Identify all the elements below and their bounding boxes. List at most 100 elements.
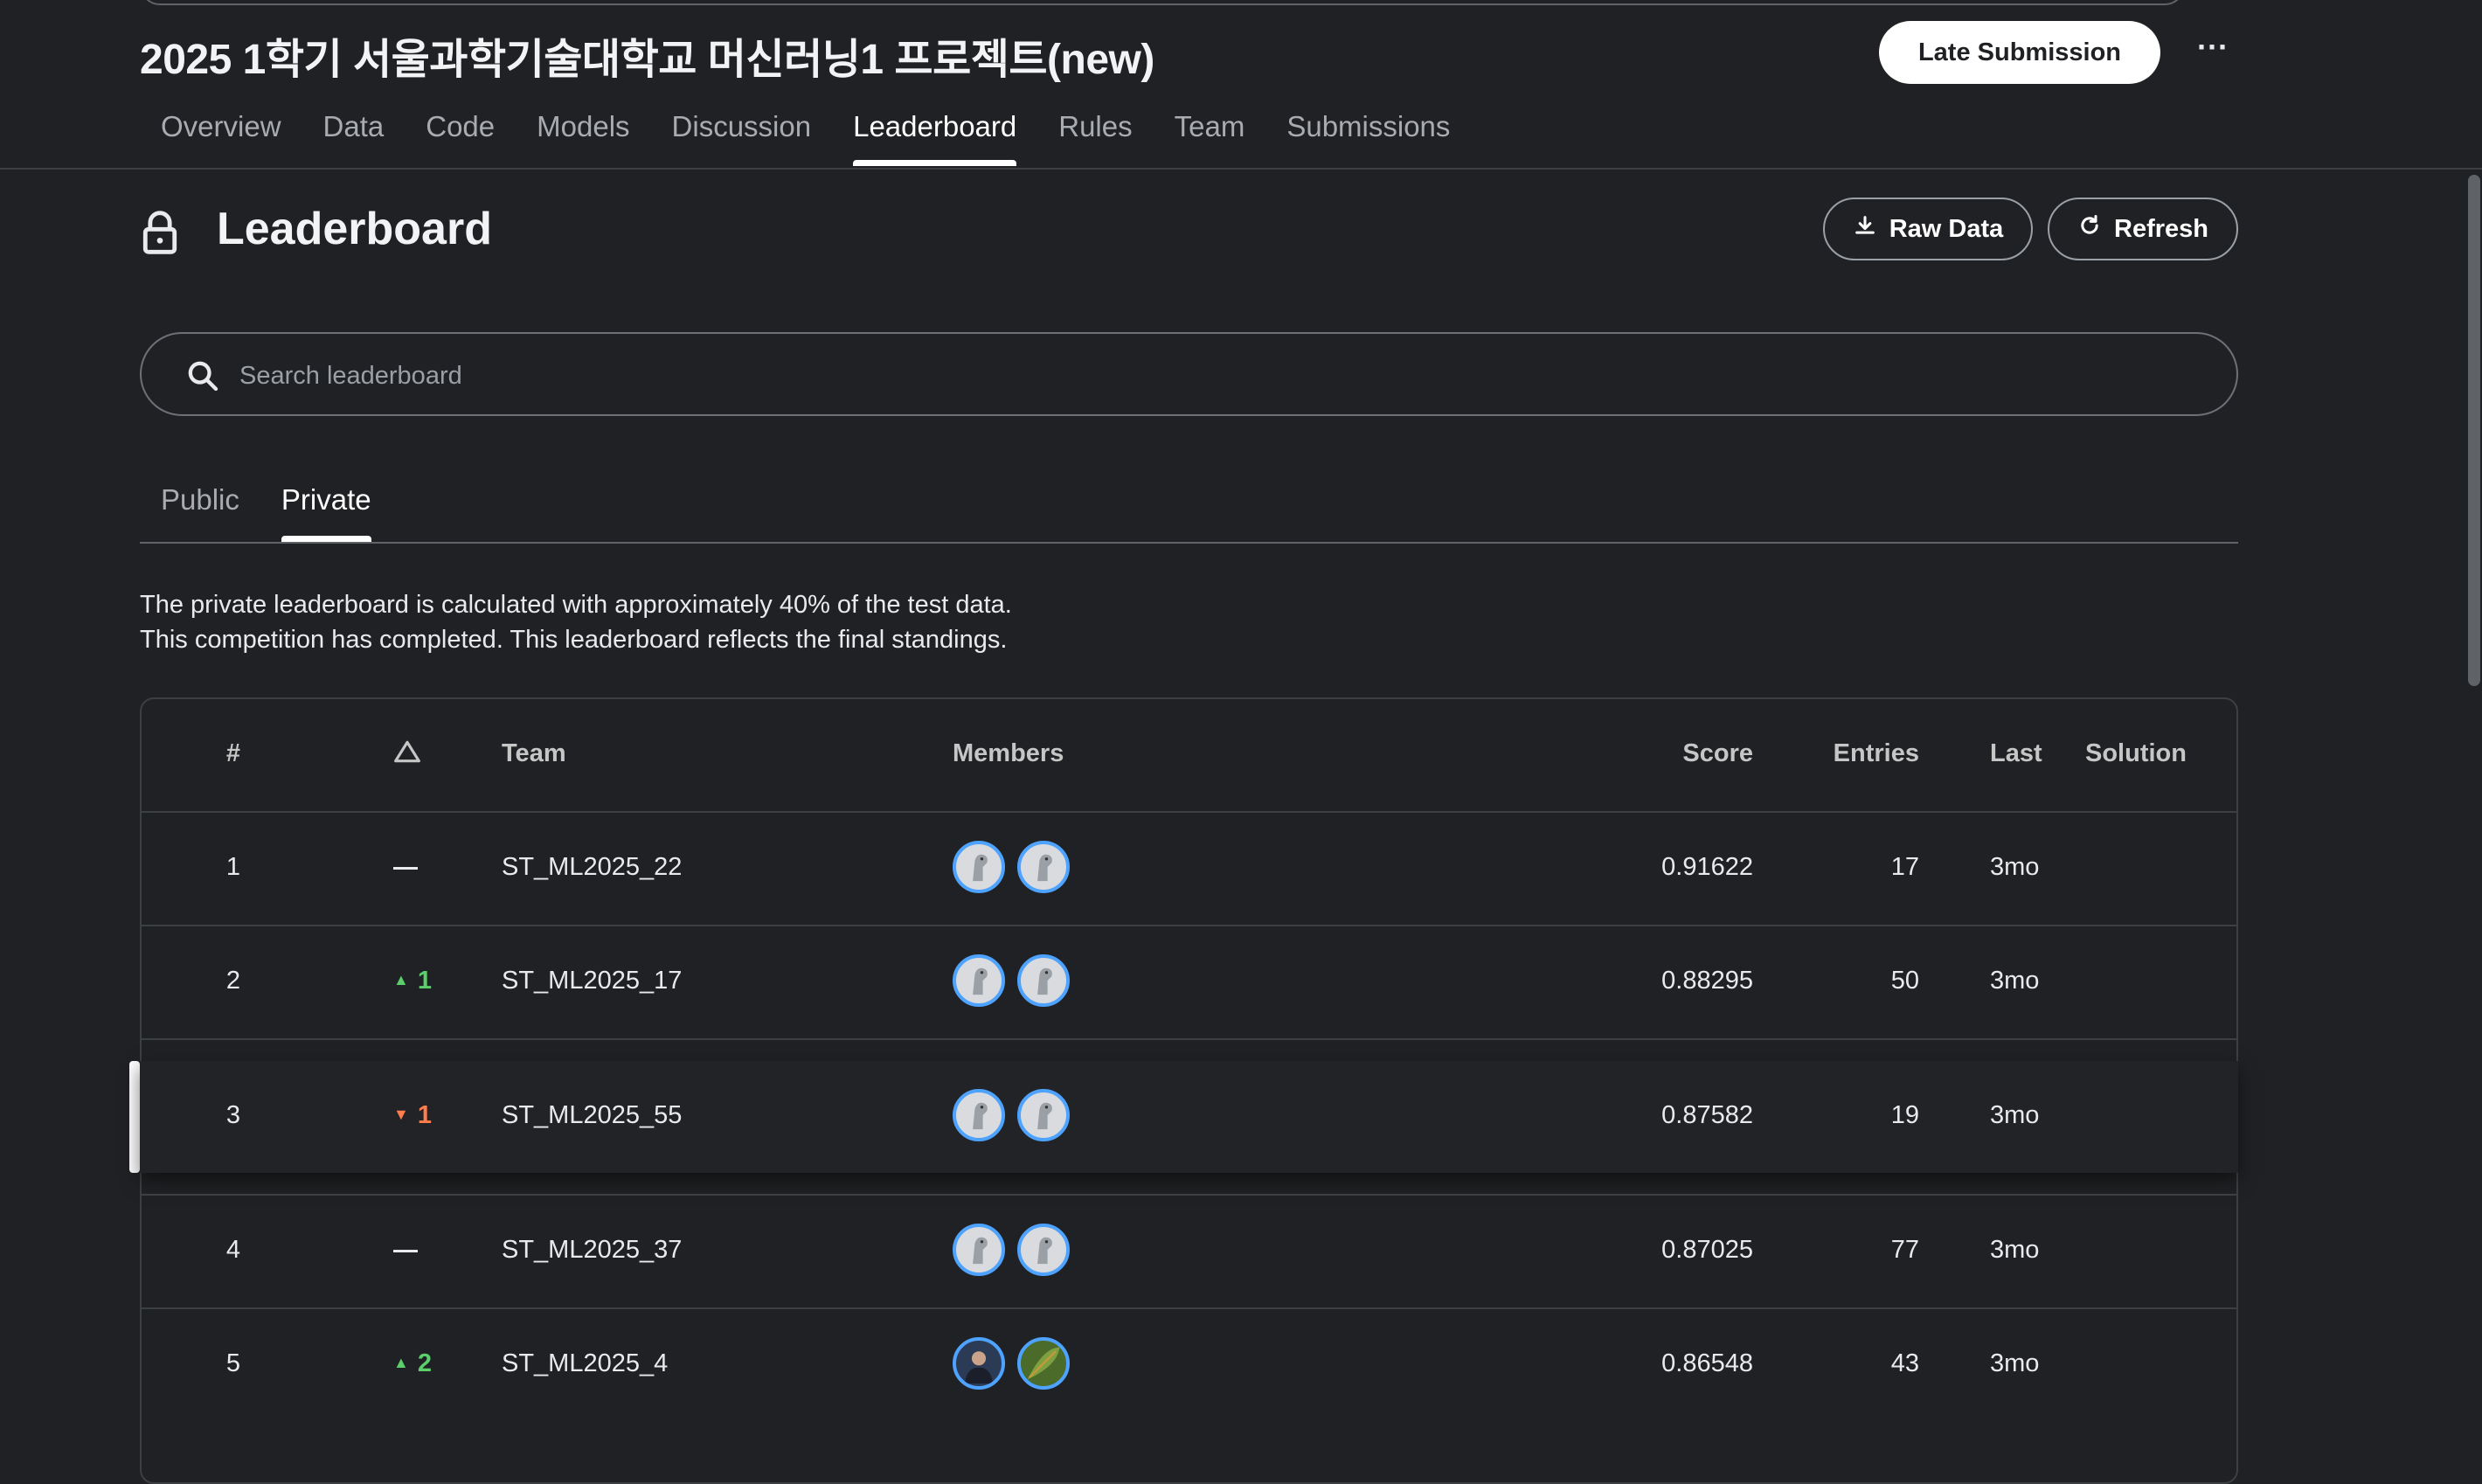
avatar[interactable] [1017,841,1070,893]
team-name[interactable]: ST_ML2025_17 [502,967,682,995]
score-cell: 0.86548 [1661,1349,1753,1377]
entries-cell: 19 [1890,1101,1919,1129]
leaderboard-description: The private leaderboard is calculated wi… [140,587,1012,657]
competition-title: 2025 1학기 서울과학기술대학교 머신러닝1 프로젝트(new) [140,37,1154,83]
rank-change-cell: ▲ 1 [393,967,432,995]
team-name[interactable]: ST_ML2025_22 [502,853,682,882]
rank-change-cell: ▲ 2 [393,1349,432,1378]
team-name[interactable]: ST_ML2025_37 [502,1236,682,1265]
tab-public[interactable]: Public [140,472,260,542]
tab-private[interactable]: Private [260,472,392,542]
entries-cell: 17 [1890,853,1919,881]
header-entries[interactable]: Entries [1834,739,1919,768]
lock-icon [140,210,180,255]
tab-team[interactable]: Team [1154,105,1266,166]
subtab-divider [140,542,2238,544]
search-bar [140,332,2238,416]
tab-rules[interactable]: Rules [1037,105,1153,166]
rank-change-cell [393,853,418,882]
tab-models[interactable]: Models [516,105,650,166]
rank-change-value: 1 [417,967,432,995]
team-name[interactable]: ST_ML2025_55 [502,1101,682,1130]
table-row[interactable]: 4 ST_ML2025_37 0.87025 77 3mo [140,1196,2238,1307]
header-last[interactable]: Last [1990,739,2042,768]
arrow-up-icon: ▲ [393,971,409,988]
rank-change-cell: ▼ 1 [393,1101,432,1130]
entries-cell: 77 [1890,1236,1919,1264]
avatar[interactable] [1017,1337,1070,1390]
score-cell: 0.88295 [1661,967,1753,995]
header-rank[interactable]: # [216,739,251,768]
rank-change-icon [393,738,421,773]
tab-discussion[interactable]: Discussion [651,105,833,166]
last-cell: 3mo [1990,853,2040,881]
avatar[interactable] [953,954,1005,1007]
table-row[interactable]: 5 ▲ 2 ST_ML2025_4 0.86548 43 3mo [140,1309,2238,1421]
avatar[interactable] [953,1089,1005,1141]
rank-cell: 3 [225,1101,241,1129]
last-cell: 3mo [1990,1101,2040,1129]
avatar[interactable] [953,1337,1005,1390]
header-score[interactable]: Score [1682,739,1753,768]
table-row[interactable]: 1 ST_ML2025_22 0.91622 17 3mo [140,813,2238,925]
avatar[interactable] [1017,1089,1070,1141]
header-members: Members [953,739,1064,767]
nav-divider [0,168,2482,170]
members-cell [953,1337,1070,1390]
score-cell: 0.91622 [1661,853,1753,881]
page-scrollbar[interactable] [2468,175,2480,686]
entries-cell: 43 [1890,1349,1919,1377]
last-cell: 3mo [1990,967,2040,995]
avatar[interactable] [1017,1224,1070,1276]
score-cell: 0.87582 [1661,1101,1753,1129]
members-cell [953,1089,1070,1141]
tab-submissions[interactable]: Submissions [1265,105,1471,166]
table-row[interactable]: 2 ▲ 1 ST_ML2025_17 0.88295 50 3mo [140,926,2238,1038]
refresh-icon [2077,213,2102,245]
avatar[interactable] [1017,954,1070,1007]
members-cell [953,841,1070,893]
last-cell: 3mo [1990,1236,2040,1264]
more-options-button[interactable]: ··· [2185,24,2241,80]
my-team-indicator [129,1061,140,1173]
tab-code[interactable]: Code [405,105,516,166]
table-row[interactable]: 3 ▼ 1 ST_ML2025_55 0.87582 19 3mo [140,1061,2238,1173]
competition-nav: Overview Data Code Models Discussion Lea… [140,105,1471,166]
header-solution: Solution [2085,739,2187,767]
raw-data-button[interactable]: Raw Data [1823,198,2033,260]
members-cell [953,954,1070,1007]
members-cell [953,1224,1070,1276]
avatar[interactable] [953,841,1005,893]
raw-data-label: Raw Data [1889,214,2004,243]
arrow-up-icon: ▲ [393,1354,409,1371]
download-icon [1853,213,1877,245]
rank-change-cell [393,1236,418,1265]
page-title: Leaderboard [217,204,492,254]
arrow-down-icon: ▼ [393,1106,409,1123]
rank-cell: 4 [225,1236,241,1264]
team-name[interactable]: ST_ML2025_4 [502,1349,668,1378]
search-input[interactable] [238,351,2164,400]
rank-change-value: 1 [417,1101,432,1129]
rank-cell: 2 [225,967,241,995]
rank-cell: 5 [225,1349,241,1377]
rank-cell: 1 [225,853,241,881]
table-header: # Team Members Score Entries Last Soluti… [140,699,2238,811]
late-submission-button[interactable]: Late Submission [1879,21,2160,84]
header-team[interactable]: Team [502,739,566,768]
description-line: This competition has completed. This lea… [140,626,1008,654]
refresh-button[interactable]: Refresh [2048,198,2238,260]
last-cell: 3mo [1990,1349,2040,1377]
refresh-label: Refresh [2114,214,2208,243]
tab-overview[interactable]: Overview [140,105,302,166]
score-cell: 0.87025 [1661,1236,1753,1264]
row-divider [142,1038,2236,1040]
entries-cell: 50 [1890,967,1919,995]
top-search-bar-edge[interactable] [140,0,2185,5]
rank-change-value: 2 [417,1349,432,1377]
tab-data[interactable]: Data [302,105,406,166]
tab-leaderboard[interactable]: Leaderboard [832,105,1037,166]
search-icon [185,358,220,393]
leaderboard-subtabs: Public Private [140,472,392,542]
avatar[interactable] [953,1224,1005,1276]
